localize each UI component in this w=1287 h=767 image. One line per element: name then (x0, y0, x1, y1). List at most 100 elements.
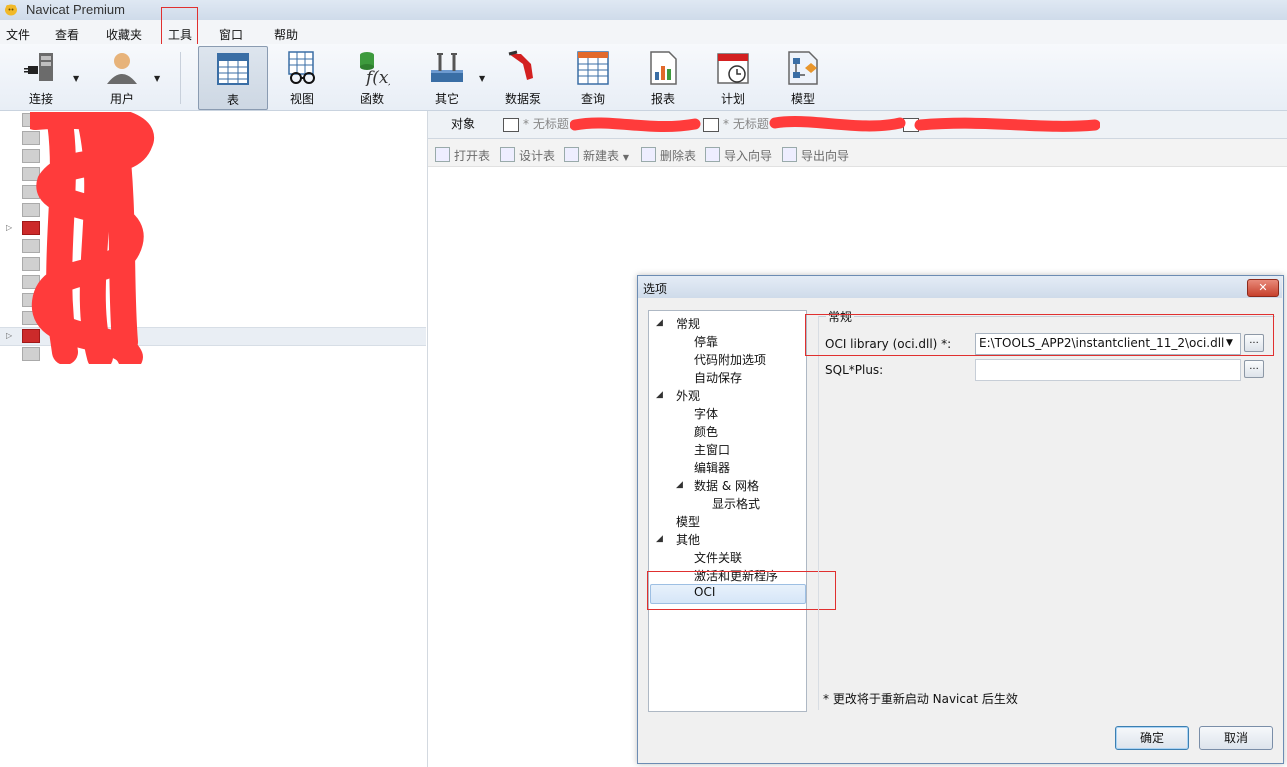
table-icon (217, 53, 249, 85)
query-label: 查询 (580, 92, 605, 106)
open-table-icon (435, 147, 450, 162)
view-glasses-icon (288, 51, 315, 84)
svg-text:f(x): f(x) (364, 68, 390, 86)
tab-untitled-label: * 无标题 (523, 117, 569, 131)
data-pump-label: 数据泵 (504, 92, 541, 106)
annotation-highlight-box (647, 571, 836, 610)
cancel-button[interactable]: 取消 (1199, 726, 1273, 750)
nav-item-editor[interactable]: 编辑器 (694, 459, 730, 476)
sqlplus-browse-button[interactable]: ... (1244, 360, 1264, 378)
user-label: 用户 (109, 92, 134, 106)
connect-plug-icon (24, 53, 53, 81)
sqlplus-label: SQL*Plus: (825, 363, 884, 377)
report-label: 报表 (650, 92, 675, 106)
collapse-arrow-icon[interactable]: ◢ (656, 534, 663, 544)
other-tools-icon (431, 53, 463, 82)
expand-arrow-icon[interactable]: ▷ (6, 331, 12, 340)
schedule-calendar-icon (717, 53, 749, 84)
design-table-label: 设计表 (519, 149, 556, 163)
menu-file[interactable]: 文件 (6, 26, 30, 43)
model-icon (788, 51, 818, 85)
tab-objects[interactable]: 对象 (428, 111, 498, 138)
object-toolbar (428, 139, 1287, 167)
nav-item-other[interactable]: 其他 (676, 531, 700, 548)
table-button[interactable]: 表 (198, 46, 268, 110)
user-dropdown-arrow-icon[interactable]: ▼ (154, 74, 160, 83)
tab-untitled-query-1[interactable]: * 无标题 (503, 113, 569, 137)
import-wizard-icon (705, 147, 720, 162)
menu-help[interactable]: 帮助 (274, 26, 298, 43)
function-fx-icon: f(x) (360, 52, 390, 86)
query-icon (577, 51, 609, 85)
nav-item-appearance[interactable]: 外观 (676, 387, 700, 404)
nav-item-code-options[interactable]: 代码附加选项 (694, 351, 766, 368)
collapse-arrow-icon[interactable]: ◢ (656, 390, 663, 400)
nav-item-model[interactable]: 模型 (676, 513, 700, 530)
ok-button[interactable]: 确定 (1115, 726, 1189, 750)
annotation-highlight-box (161, 7, 198, 49)
delete-table-button[interactable]: 删除表 (641, 147, 696, 164)
model-label: 模型 (790, 92, 815, 106)
function-button[interactable]: f(x) 函数 (340, 46, 404, 108)
connect-label: 连接 (28, 92, 53, 106)
redaction-scribble (30, 112, 154, 364)
nav-item-data-grid[interactable]: 数据 & 网格 (694, 477, 759, 494)
user-button[interactable]: 用户 (90, 46, 154, 108)
connect-button[interactable]: 连接 (9, 46, 73, 108)
delete-table-icon (641, 147, 656, 162)
window-title: Navicat Premium (26, 2, 125, 17)
toolbar-separator (180, 52, 181, 104)
query-button[interactable]: 查询 (561, 46, 625, 108)
close-icon[interactable]: ✕ (1247, 279, 1279, 297)
user-icon (107, 53, 137, 84)
new-table-dropdown-icon[interactable]: ▼ (623, 153, 629, 162)
expand-arrow-icon[interactable]: ▷ (6, 223, 12, 232)
connect-dropdown-arrow-icon[interactable]: ▼ (73, 74, 79, 83)
sqlplus-input[interactable] (975, 359, 1241, 381)
other-button[interactable]: 其它 (415, 46, 479, 108)
import-wizard-button[interactable]: 导入向导 (705, 147, 772, 164)
new-table-label: 新建表 (583, 149, 620, 163)
export-wizard-label: 导出向导 (801, 149, 850, 163)
data-pump-button[interactable]: 数据泵 (491, 46, 555, 108)
report-icon (650, 51, 677, 85)
view-label: 视图 (289, 92, 314, 106)
dialog-title: 选项 (643, 282, 668, 296)
query-tab-icon (503, 117, 519, 132)
nav-item-file-association[interactable]: 文件关联 (694, 549, 742, 566)
design-table-button[interactable]: 设计表 (500, 147, 555, 164)
model-button[interactable]: 模型 (771, 46, 835, 108)
nav-item-dock[interactable]: 停靠 (694, 333, 718, 350)
new-table-button[interactable]: 新建表 ▼ (564, 147, 629, 164)
restart-note: * 更改将于重新启动 Navicat 后生效 (823, 692, 1018, 706)
menu-window[interactable]: 窗口 (219, 26, 243, 43)
function-label: 函数 (359, 92, 384, 106)
menu-view[interactable]: 查看 (55, 26, 79, 43)
nav-item-color[interactable]: 颜色 (694, 423, 718, 440)
nav-item-font[interactable]: 字体 (694, 405, 718, 422)
report-button[interactable]: 报表 (631, 46, 695, 108)
nav-item-autosave[interactable]: 自动保存 (694, 369, 742, 386)
other-dropdown-arrow-icon[interactable]: ▼ (479, 74, 485, 83)
schedule-button[interactable]: 计划 (701, 46, 765, 108)
import-wizard-label: 导入向导 (724, 149, 773, 163)
nav-item-display-format[interactable]: 显示格式 (712, 495, 760, 512)
design-table-icon (500, 147, 515, 162)
new-table-icon (564, 147, 579, 162)
menu-favorites[interactable]: 收藏夹 (106, 26, 142, 43)
export-wizard-button[interactable]: 导出向导 (782, 147, 849, 164)
schedule-label: 计划 (720, 92, 745, 106)
open-table-label: 打开表 (454, 149, 491, 163)
nav-item-main-window[interactable]: 主窗口 (694, 441, 730, 458)
nav-item-general[interactable]: 常规 (676, 315, 700, 332)
view-button[interactable]: 视图 (270, 46, 334, 108)
collapse-arrow-icon[interactable]: ◢ (676, 480, 683, 490)
other-label: 其它 (434, 92, 459, 106)
export-wizard-icon (782, 147, 797, 162)
redaction-scribble (570, 116, 1100, 133)
delete-table-label: 删除表 (660, 149, 697, 163)
annotation-highlight-box (805, 314, 1274, 356)
table-label: 表 (226, 93, 239, 107)
collapse-arrow-icon[interactable]: ◢ (656, 318, 663, 328)
open-table-button[interactable]: 打开表 (435, 147, 490, 164)
